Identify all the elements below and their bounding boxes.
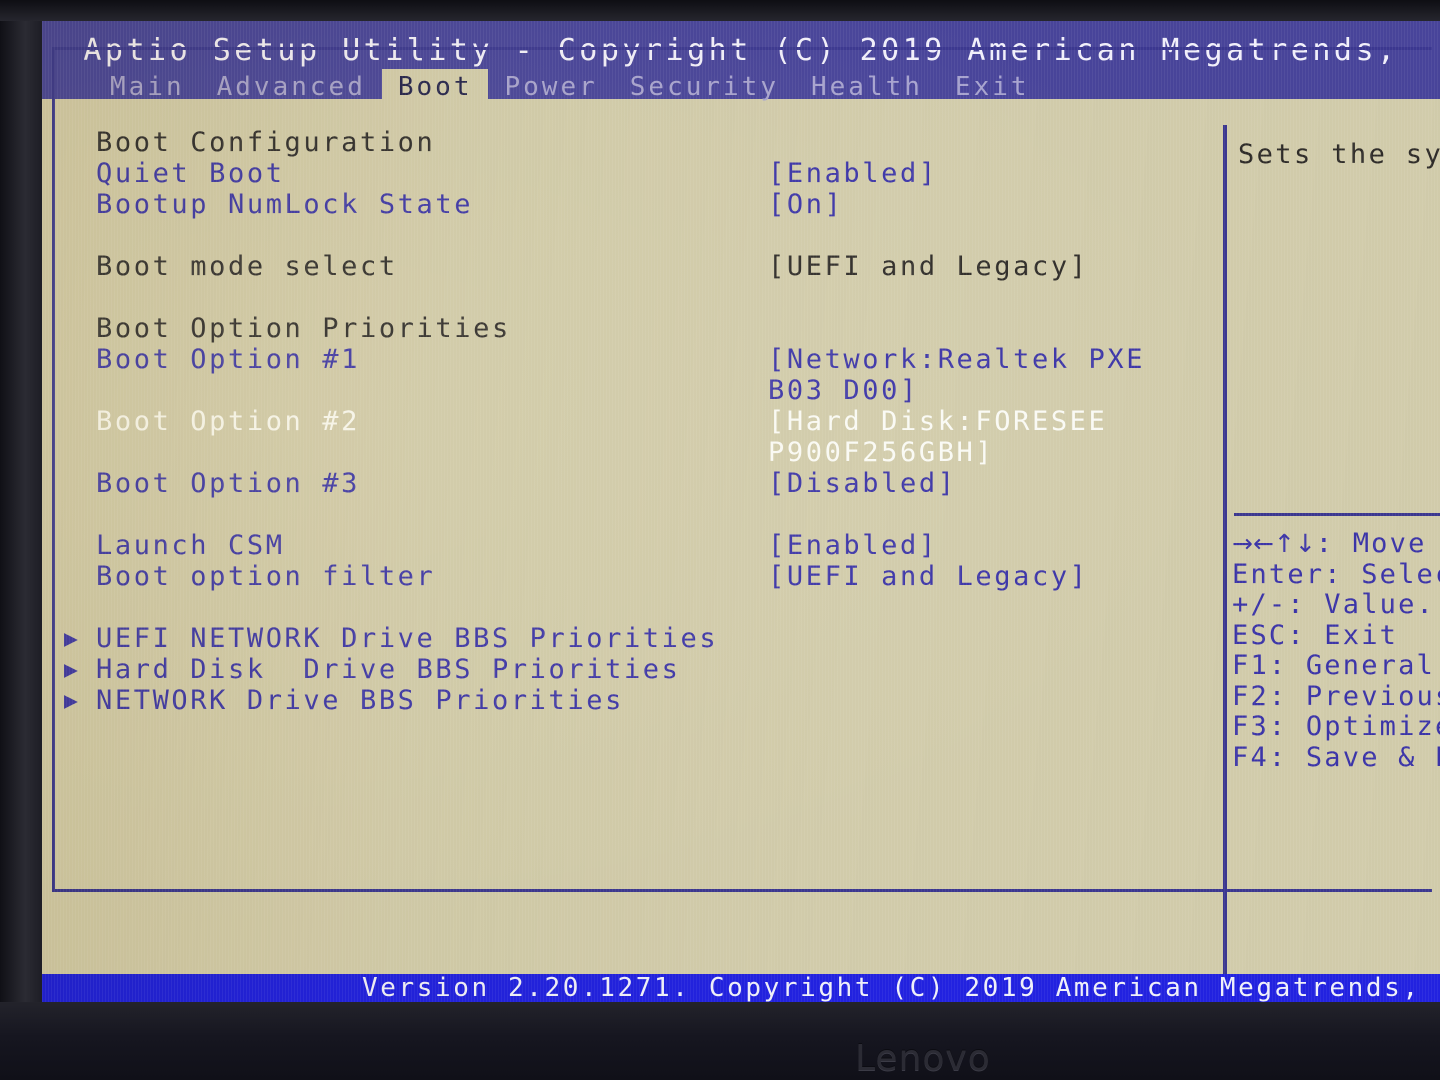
value-continuation-p900f256gbh: P900F256GBH] <box>56 437 1226 468</box>
setting-value[interactable]: [Enabled] <box>768 158 938 189</box>
submenu-item-network-drive-bbs-priorities[interactable]: ▶ NETWORK Drive BBS Priorities <box>56 685 1226 716</box>
setting-value[interactable]: [UEFI and Legacy] <box>768 251 1089 282</box>
key-legend-text: ESC: Exit <box>1232 619 1399 651</box>
setting-label: Bootup NumLock State <box>96 189 474 220</box>
bios-screen: Aptio Setup Utility - Copyright (C) 2019… <box>42 21 1440 1002</box>
key-legend-line: →←↑↓: Move <box>1232 528 1440 560</box>
submenu-item-hard-disk-drive-bbs-priorities[interactable]: ▶ Hard Disk Drive BBS Priorities <box>56 654 1226 685</box>
key-legend-text: +/-: Value. <box>1232 589 1436 620</box>
bezel-top <box>0 0 1440 21</box>
setting-value[interactable]: [Enabled] <box>768 530 938 561</box>
laptop-photo: Aptio Setup Utility - Copyright (C) 2019… <box>0 0 1440 1080</box>
setting-row-quiet-boot[interactable]: Quiet Boot [Enabled] <box>56 158 1226 189</box>
submenu-arrow-icon: ▶ <box>64 688 81 714</box>
key-legend-text: F1: General H <box>1232 650 1436 681</box>
key-legend-line: ESC: Exit <box>1232 619 1440 652</box>
bezel-bottom <box>0 1002 1440 1080</box>
version-footer: Version 2.20.1271. Copyright (C) 2019 Am… <box>42 974 1440 1002</box>
help-pane-divider <box>1223 125 1227 974</box>
setting-label: Quiet Boot <box>96 158 285 189</box>
setting-row-launch-csm[interactable]: Launch CSM [Enabled] <box>56 530 1226 561</box>
key-legend-line: F1: General H <box>1232 650 1440 682</box>
help-keys-divider <box>1234 513 1440 516</box>
setting-label: Launch CSM <box>96 530 285 561</box>
setting-label: Boot Configuration <box>96 127 436 158</box>
setting-row-boot-mode-select[interactable]: Boot mode select [UEFI and Legacy] <box>56 251 1226 282</box>
help-text: Sets the sys <box>1238 139 1440 170</box>
section-heading-boot-configuration: Boot Configuration <box>56 127 1226 158</box>
setting-label: Boot Option #2 <box>96 406 360 437</box>
key-legend-line: +/-: Value. <box>1232 589 1440 621</box>
submenu-item-uefi-network-drive-bbs-priorities[interactable]: ▶ UEFI NETWORK Drive BBS Priorities <box>56 623 1226 654</box>
setting-label: Boot mode select <box>96 251 398 282</box>
lenovo-logo: Lenovo <box>855 1038 991 1079</box>
key-legend-line: F2: Previous <box>1232 680 1440 713</box>
key-legend-line: F4: Save & Ex <box>1232 741 1440 774</box>
key-legend-text: F4: Save & Ex <box>1232 741 1440 773</box>
setting-value[interactable]: [On] <box>768 189 843 220</box>
settings-list[interactable]: Boot Configuration Quiet Boot [Enabled] Boo… <box>56 127 1226 967</box>
bezel-left <box>0 0 42 1010</box>
setting-row-boot-option-1[interactable]: Boot Option #1 [Network:Realtek PXE <box>56 344 1226 375</box>
setting-row-bootup-numlock-state[interactable]: Bootup NumLock State [On] <box>56 189 1226 220</box>
setting-value[interactable]: [Hard Disk:FORESEE <box>768 406 1107 437</box>
section-heading-boot-option-priorities: Boot Option Priorities <box>56 313 1226 344</box>
key-legend-line: F3: Optimized <box>1232 711 1440 743</box>
setting-value: B03 D00] <box>768 375 919 406</box>
setting-label: NETWORK Drive BBS Priorities <box>96 685 624 716</box>
version-footer-text: Version 2.20.1271. Copyright (C) 2019 Am… <box>362 973 1440 1003</box>
setting-value[interactable]: [UEFI and Legacy] <box>768 561 1089 592</box>
key-legend-text: : Move <box>1315 528 1427 559</box>
arrow-keys-icon: →←↑↓ <box>1232 529 1316 558</box>
key-legend-text: F3: Optimized <box>1232 711 1440 742</box>
key-legend-text: F2: Previous <box>1232 680 1440 712</box>
setting-value[interactable]: [Disabled] <box>768 468 957 499</box>
key-legend-line: Enter: Select <box>1232 558 1440 591</box>
setting-row-boot-option-2[interactable]: Boot Option #2 [Hard Disk:FORESEE <box>56 406 1226 437</box>
setting-label: UEFI NETWORK Drive BBS Priorities <box>96 623 719 654</box>
setting-label: Hard Disk Drive BBS Priorities <box>96 654 681 685</box>
setting-value: P900F256GBH] <box>768 437 995 468</box>
setting-label: Boot Option #3 <box>96 468 360 499</box>
key-legend-text: Enter: Select <box>1232 558 1440 590</box>
row-spacer <box>56 282 1226 313</box>
setting-value[interactable]: [Network:Realtek PXE <box>768 344 1145 375</box>
setting-label: Boot Option Priorities <box>96 313 511 344</box>
setting-row-boot-option-filter[interactable]: Boot option filter [UEFI and Legacy] <box>56 561 1226 592</box>
row-spacer <box>56 499 1226 530</box>
value-continuation-b03-d00: B03 D00] <box>56 375 1226 406</box>
row-spacer <box>56 220 1226 251</box>
submenu-arrow-icon: ▶ <box>64 626 81 652</box>
setting-label: Boot option filter <box>96 561 436 592</box>
row-spacer <box>56 592 1226 623</box>
setting-label: Boot Option #1 <box>96 344 360 375</box>
setting-row-boot-option-3[interactable]: Boot Option #3 [Disabled] <box>56 468 1226 499</box>
key-legend: →←↑↓: MoveEnter: Select+/-: Value.ESC: E… <box>1232 528 1440 774</box>
submenu-arrow-icon: ▶ <box>64 657 81 683</box>
